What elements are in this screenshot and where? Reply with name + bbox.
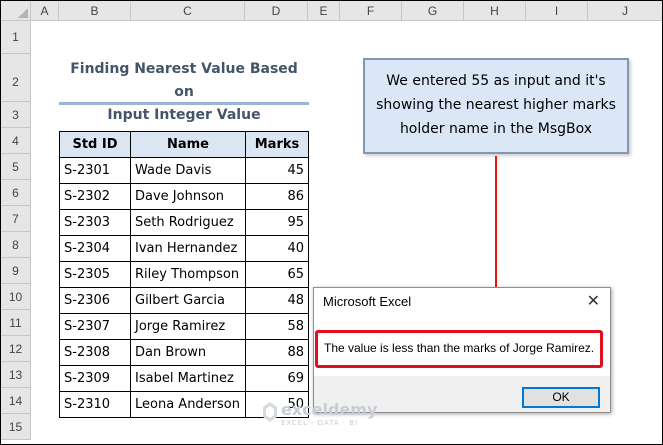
cell-std-id[interactable]: S-2301 bbox=[59, 157, 131, 184]
cell-std-id[interactable]: S-2303 bbox=[59, 209, 131, 236]
cell-name[interactable]: Seth Rodriguez bbox=[130, 209, 246, 236]
column-header-i[interactable]: I bbox=[526, 1, 588, 21]
row-header-8[interactable]: 8 bbox=[1, 232, 31, 258]
header-std-id[interactable]: Std ID bbox=[59, 131, 131, 158]
spreadsheet: ABCDEFGHIJ 1 2 3 4 5 6 7 8 9 10 11 12 13 14 15 Finding… bbox=[0, 0, 663, 445]
cell-marks[interactable]: 48 bbox=[245, 287, 309, 314]
select-all-corner[interactable] bbox=[1, 1, 31, 21]
column-header-e[interactable]: E bbox=[308, 1, 340, 21]
cell-std-id[interactable]: S-2304 bbox=[59, 235, 131, 262]
callout-line3: holder name in the MsgBox bbox=[399, 121, 593, 137]
cell-std-id[interactable]: S-2308 bbox=[59, 339, 131, 366]
row-header-3[interactable]: 3 bbox=[1, 102, 31, 128]
cell-std-id[interactable]: S-2305 bbox=[59, 261, 131, 288]
table-row: S-2305 Riley Thompson 65 bbox=[59, 261, 309, 288]
row-header-11[interactable]: 11 bbox=[1, 310, 31, 336]
row-header-6[interactable]: 6 bbox=[1, 180, 31, 206]
cell-name[interactable]: Wade Davis bbox=[130, 157, 246, 184]
msgbox-titlebar: Microsoft Excel ✕ bbox=[314, 288, 610, 316]
sheet-title-line1: Finding Nearest Value Based on bbox=[70, 61, 298, 100]
column-header-f[interactable]: F bbox=[340, 1, 402, 21]
column-header-g[interactable]: G bbox=[402, 1, 464, 21]
row-header-9[interactable]: 9 bbox=[1, 258, 31, 284]
cell-marks[interactable]: 88 bbox=[245, 339, 309, 366]
column-header-h[interactable]: H bbox=[464, 1, 526, 21]
cell-marks[interactable]: 58 bbox=[245, 313, 309, 340]
cell-std-id[interactable]: S-2302 bbox=[59, 183, 131, 210]
column-header-d[interactable]: D bbox=[245, 1, 308, 21]
row-header-5[interactable]: 5 bbox=[1, 154, 31, 180]
table-row: S-2306 Gilbert Garcia 48 bbox=[59, 287, 309, 314]
cell-std-id[interactable]: S-2310 bbox=[59, 391, 131, 418]
column-header-a[interactable]: A bbox=[31, 1, 59, 21]
cell-marks[interactable]: 86 bbox=[245, 183, 309, 210]
callout-line1: We entered 55 as input and it's bbox=[386, 73, 606, 89]
sheet-title: Finding Nearest Value Based on Input Int… bbox=[59, 58, 309, 127]
row-header-14[interactable]: 14 bbox=[1, 388, 31, 414]
header-marks[interactable]: Marks bbox=[245, 131, 309, 158]
table-row: S-2309 Isabel Martinez 69 bbox=[59, 365, 309, 392]
column-header-b[interactable]: B bbox=[59, 1, 131, 21]
table-header-row: Std ID Name Marks bbox=[59, 131, 309, 158]
msgbox-dialog: Microsoft Excel ✕ The value is less than… bbox=[313, 287, 611, 413]
cell-name[interactable]: Isabel Martinez bbox=[130, 365, 246, 392]
table-row: S-2301 Wade Davis 45 bbox=[59, 157, 309, 184]
row-header-12[interactable]: 12 bbox=[1, 336, 31, 362]
cell-marks[interactable]: 95 bbox=[245, 209, 309, 236]
msgbox-title: Microsoft Excel bbox=[323, 294, 412, 309]
row-header-7[interactable]: 7 bbox=[1, 206, 31, 232]
close-icon[interactable]: ✕ bbox=[587, 291, 600, 311]
cell-name[interactable]: Leona Anderson bbox=[130, 391, 246, 418]
watermark-name: exceldemy bbox=[281, 400, 378, 419]
column-header-j[interactable]: J bbox=[588, 1, 662, 21]
table-row: S-2303 Seth Rodriguez 95 bbox=[59, 209, 309, 236]
row-header-13[interactable]: 13 bbox=[1, 362, 31, 388]
ok-button[interactable]: OK bbox=[522, 387, 600, 408]
row-header-15[interactable]: 15 bbox=[1, 414, 31, 440]
msgbox-message: The value is less than the marks of Jorg… bbox=[324, 341, 595, 355]
table-row: S-2307 Jorge Ramirez 58 bbox=[59, 313, 309, 340]
cell-marks[interactable]: 45 bbox=[245, 157, 309, 184]
cell-name[interactable]: Ivan Hernandez bbox=[130, 235, 246, 262]
table-row: S-2304 Ivan Hernandez 40 bbox=[59, 235, 309, 262]
table-row: S-2308 Dan Brown 88 bbox=[59, 339, 309, 366]
cell-marks[interactable]: 40 bbox=[245, 235, 309, 262]
annotation-callout: We entered 55 as input and it's showing … bbox=[363, 58, 629, 154]
row-header-1[interactable]: 1 bbox=[1, 21, 31, 54]
title-underline bbox=[59, 102, 309, 105]
column-header-c[interactable]: C bbox=[131, 1, 245, 21]
callout-line2: showing the nearest higher marks bbox=[376, 97, 616, 113]
cell-marks[interactable]: 65 bbox=[245, 261, 309, 288]
cell-name[interactable]: Gilbert Garcia bbox=[130, 287, 246, 314]
row-header-4[interactable]: 4 bbox=[1, 128, 31, 154]
watermark-tagline: EXCEL · DATA · BI bbox=[281, 419, 359, 427]
cell-name[interactable]: Dave Johnson bbox=[130, 183, 246, 210]
table-row: S-2302 Dave Johnson 86 bbox=[59, 183, 309, 210]
cell-std-id[interactable]: S-2306 bbox=[59, 287, 131, 314]
student-table: Std ID Name Marks S-2301 Wade Davis 45 S-23… bbox=[59, 131, 309, 418]
cell-marks[interactable]: 69 bbox=[245, 365, 309, 392]
row-header-10[interactable]: 10 bbox=[1, 284, 31, 310]
header-name[interactable]: Name bbox=[130, 131, 246, 158]
cell-name[interactable]: Jorge Ramirez bbox=[130, 313, 246, 340]
cell-name[interactable]: Dan Brown bbox=[130, 339, 246, 366]
exceldemy-logo-icon bbox=[263, 402, 277, 422]
cell-std-id[interactable]: S-2309 bbox=[59, 365, 131, 392]
cell-std-id[interactable]: S-2307 bbox=[59, 313, 131, 340]
row-header-2[interactable]: 2 bbox=[1, 54, 31, 102]
cell-name[interactable]: Riley Thompson bbox=[130, 261, 246, 288]
sheet-title-line2: Input Integer Value bbox=[107, 107, 261, 123]
